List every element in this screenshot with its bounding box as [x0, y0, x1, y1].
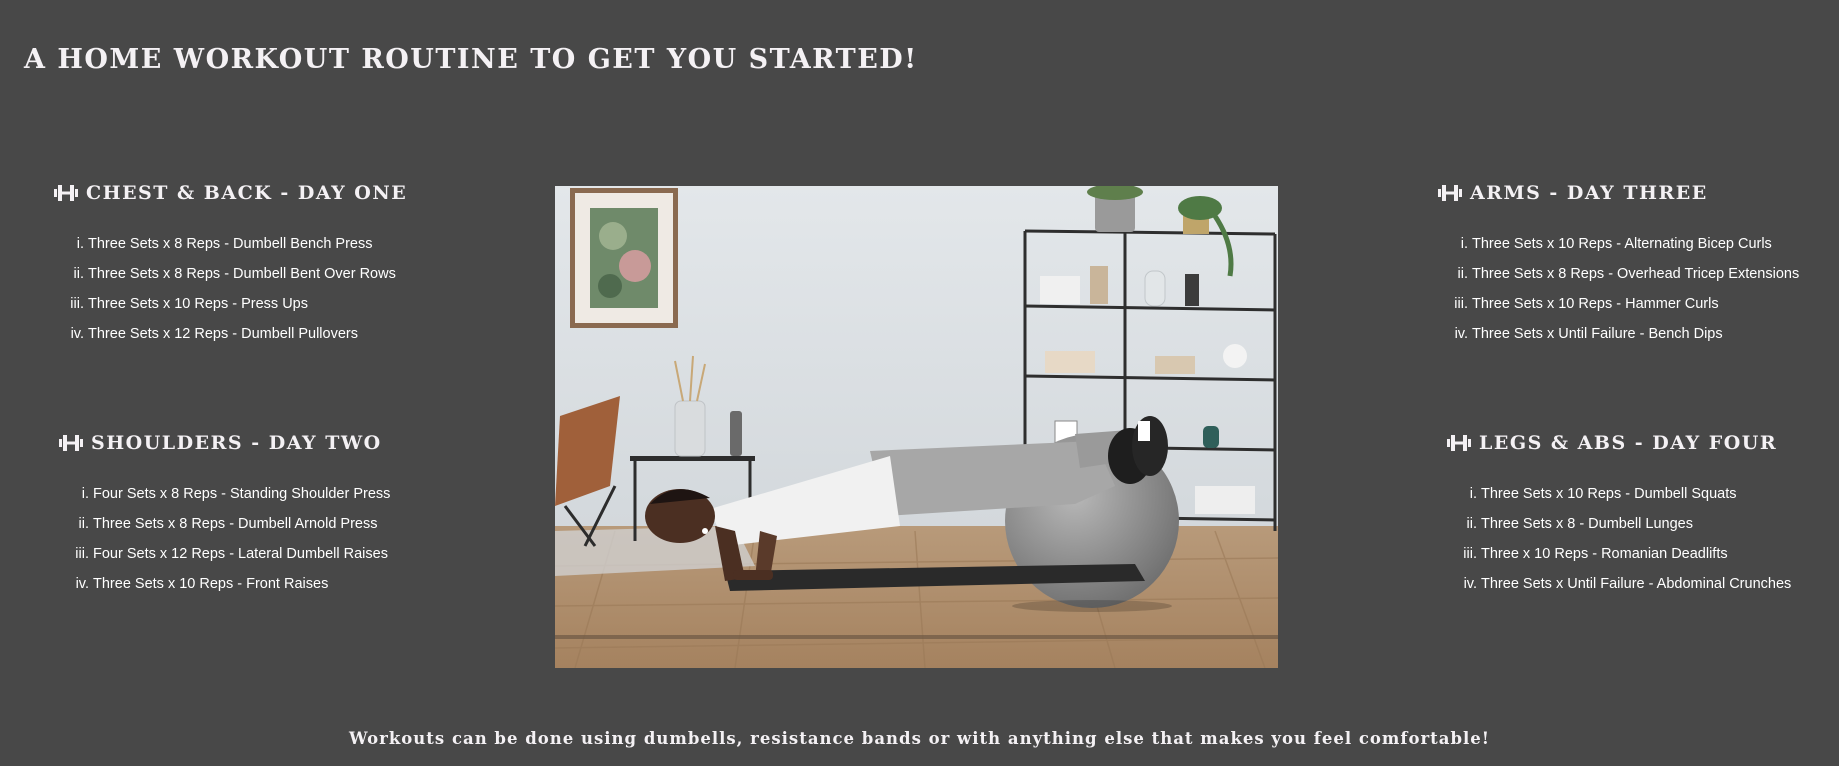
item-number: iv.: [75, 576, 89, 592]
dumbbell-icon: [54, 184, 78, 202]
list-item: iii. Three Sets x 10 Reps - Press Ups: [54, 289, 407, 319]
dumbbell-icon: [1447, 434, 1471, 452]
list-item: iv. Three Sets x 12 Reps - Dumbell Pullov…: [54, 319, 407, 349]
exercise-text: Three Sets x 10 Reps - Front Raises: [93, 576, 329, 592]
list-item: ii. Three Sets x 8 Reps - Overhead Tricep…: [1438, 259, 1800, 289]
day-one-section: CHEST & BACK - DAY ONE i. Three Sets x 8 …: [54, 181, 407, 349]
list-item: ii. Three Sets x 8 Reps - Dumbell Bent Ov…: [54, 259, 407, 289]
item-number: iii.: [70, 296, 84, 312]
exercise-text: Three Sets x 10 Reps - Hammer Curls: [1472, 296, 1719, 312]
exercise-text: Three Sets x 10 Reps - Alternating Bicep…: [1472, 236, 1772, 252]
dumbbell-icon: [1438, 184, 1462, 202]
item-number: i.: [81, 486, 89, 502]
day-heading-label: SHOULDERS - DAY TWO: [91, 432, 382, 454]
list-item: iv. Three Sets x 10 Reps - Front Raises: [59, 569, 390, 599]
item-number: i.: [76, 236, 84, 252]
exercise-list: i. Three Sets x 8 Reps - Dumbell Bench Pr…: [54, 229, 407, 349]
list-item: iii. Three x 10 Reps - Romanian Deadlifts: [1447, 539, 1791, 569]
exercise-list: i. Three Sets x 10 Reps - Alternating Bic…: [1438, 229, 1799, 349]
item-number: ii.: [78, 516, 89, 532]
exercise-text: Three Sets x 8 Reps - Dumbell Arnold Pre…: [93, 516, 378, 532]
item-number: iii.: [75, 546, 89, 562]
item-number: i.: [1460, 236, 1468, 252]
exercise-text: Four Sets x 8 Reps - Standing Shoulder P…: [93, 486, 391, 502]
day-two-section: SHOULDERS - DAY TWO i. Four Sets x 8 Reps…: [59, 431, 390, 599]
list-item: iv. Three Sets x Until Failure - Bench Di…: [1438, 319, 1799, 349]
push-up-illustration: [555, 186, 1278, 668]
page-title: A HOME WORKOUT ROUTINE TO GET YOU STARTE…: [24, 44, 918, 75]
item-number: ii.: [1457, 266, 1468, 282]
exercise-list: i. Four Sets x 8 Reps - Standing Shoulder…: [59, 479, 390, 599]
exercise-text: Three x 10 Reps - Romanian Deadlifts: [1481, 546, 1728, 562]
exercise-text: Three Sets x 8 Reps - Dumbell Bench Pres…: [88, 236, 373, 252]
item-number: ii.: [73, 266, 84, 282]
day-one-heading: CHEST & BACK - DAY ONE: [54, 181, 407, 205]
day-heading-label: LEGS & ABS - DAY FOUR: [1479, 432, 1778, 454]
day-heading-label: ARMS - DAY THREE: [1470, 182, 1708, 204]
list-item: i. Three Sets x 10 Reps - Dumbell Squats: [1447, 479, 1791, 509]
day-three-section: ARMS - DAY THREE i. Three Sets x 10 Reps …: [1438, 181, 1799, 349]
workout-photo: [555, 186, 1278, 668]
list-item: iii. Four Sets x 12 Reps - Lateral Dumbel…: [59, 539, 390, 569]
exercise-text: Three Sets x 8 - Dumbell Lunges: [1481, 516, 1693, 532]
item-number: iii.: [1463, 546, 1477, 562]
exercise-list: i. Three Sets x 10 Reps - Dumbell Squats …: [1447, 479, 1791, 599]
day-three-heading: ARMS - DAY THREE: [1438, 181, 1799, 205]
day-two-heading: SHOULDERS - DAY TWO: [59, 431, 390, 455]
exercise-text: Four Sets x 12 Reps - Lateral Dumbell Ra…: [93, 546, 388, 562]
dumbbell-icon: [59, 434, 83, 452]
exercise-text: Three Sets x 8 Reps - Overhead Tricep Ex…: [1472, 266, 1800, 282]
item-number: iii.: [1454, 296, 1468, 312]
item-number: i.: [1469, 486, 1477, 502]
list-item: i. Three Sets x 10 Reps - Alternating Bic…: [1438, 229, 1799, 259]
item-number: iv.: [1463, 576, 1477, 592]
list-item: ii. Three Sets x 8 Reps - Dumbell Arnold …: [59, 509, 390, 539]
exercise-text: Three Sets x 10 Reps - Dumbell Squats: [1481, 486, 1737, 502]
list-item: ii. Three Sets x 8 - Dumbell Lunges: [1447, 509, 1791, 539]
exercise-text: Three Sets x Until Failure - Bench Dips: [1472, 326, 1723, 342]
day-four-section: LEGS & ABS - DAY FOUR i. Three Sets x 10 …: [1447, 431, 1791, 599]
day-four-heading: LEGS & ABS - DAY FOUR: [1447, 431, 1791, 455]
day-heading-label: CHEST & BACK - DAY ONE: [86, 182, 408, 204]
item-number: iv.: [70, 326, 84, 342]
list-item: i. Four Sets x 8 Reps - Standing Shoulder…: [59, 479, 391, 509]
exercise-text: Three Sets x 12 Reps - Dumbell Pullovers: [88, 326, 358, 342]
list-item: i. Three Sets x 8 Reps - Dumbell Bench Pr…: [54, 229, 407, 259]
exercise-text: Three Sets x 8 Reps - Dumbell Bent Over …: [88, 266, 396, 282]
footer-note: Workouts can be done using dumbells, res…: [348, 729, 1491, 748]
item-number: ii.: [1466, 516, 1477, 532]
item-number: iv.: [1454, 326, 1468, 342]
exercise-text: Three Sets x Until Failure - Abdominal C…: [1481, 576, 1792, 592]
exercise-text: Three Sets x 10 Reps - Press Ups: [88, 296, 308, 312]
list-item: iv. Three Sets x Until Failure - Abdomina…: [1447, 569, 1792, 599]
list-item: iii. Three Sets x 10 Reps - Hammer Curls: [1438, 289, 1799, 319]
